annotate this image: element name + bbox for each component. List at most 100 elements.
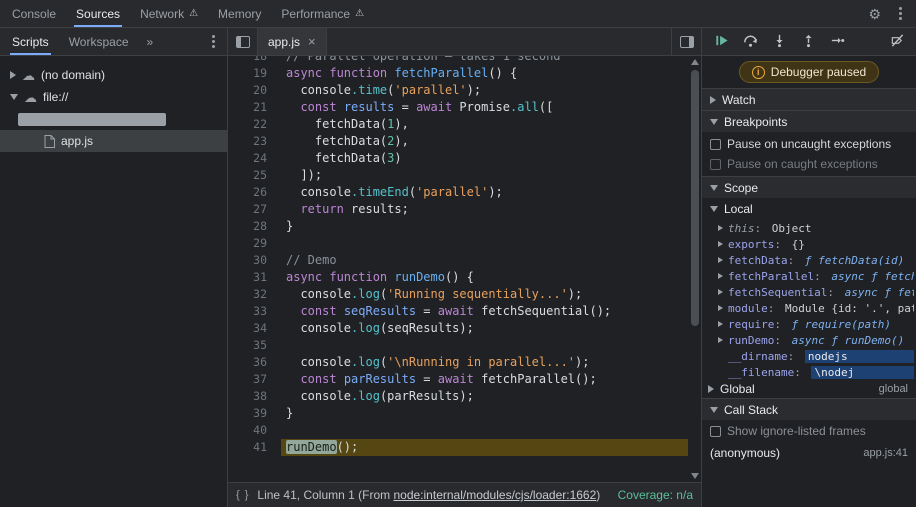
line-number[interactable]: 38 — [228, 388, 281, 405]
loader-source-link[interactable]: node:internal/modules/cjs/loader:1662 — [393, 488, 596, 502]
breakpoint-option[interactable]: Pause on caught exceptions — [702, 154, 916, 174]
scroll-down-arrow-icon[interactable] — [691, 473, 699, 479]
expand-icon[interactable] — [718, 305, 728, 311]
line-number[interactable]: 28 — [228, 218, 281, 235]
checkbox-icon[interactable] — [710, 159, 721, 170]
section-scope[interactable]: Scope — [702, 176, 916, 198]
tree-group-nodomain[interactable]: ☁(no domain) — [0, 64, 227, 86]
expand-icon[interactable] — [718, 257, 728, 263]
editor-tab-bar: app.js × — [228, 28, 701, 56]
line-number[interactable]: 31 — [228, 269, 281, 286]
tree-group-file[interactable]: ☁file:// — [0, 86, 227, 108]
line-number[interactable]: 30 — [228, 252, 281, 269]
scope-variable[interactable]: this: Object — [702, 220, 916, 236]
line-number[interactable]: 34 — [228, 320, 281, 337]
step-into-button[interactable] — [768, 31, 790, 53]
sidebar-overflow-chevron[interactable]: » — [139, 28, 162, 55]
line-number[interactable]: 22 — [228, 116, 281, 133]
tab-console[interactable]: Console — [2, 0, 66, 27]
step-out-button[interactable] — [797, 31, 819, 53]
call-stack-frame[interactable]: (anonymous)app.js:41 — [702, 442, 916, 464]
line-number[interactable]: 27 — [228, 201, 281, 218]
section-watch[interactable]: Watch — [702, 88, 916, 110]
code-line: 40 — [228, 422, 688, 439]
scope-variable[interactable]: fetchParallel: async ƒ fetchParallel() — [702, 268, 916, 284]
tab-sources[interactable]: Sources — [66, 0, 130, 27]
expand-icon[interactable] — [10, 71, 16, 79]
expand-icon[interactable] — [718, 241, 728, 247]
editor-scrollbar[interactable] — [688, 56, 701, 482]
line-number[interactable]: 37 — [228, 371, 281, 388]
main-menu-kebab-icon[interactable] — [897, 5, 904, 22]
toggle-debugger-sidebar-button[interactable] — [671, 28, 701, 55]
step-over-icon — [743, 33, 758, 51]
resume-button[interactable] — [710, 31, 732, 53]
scroll-up-arrow-icon[interactable] — [691, 59, 699, 65]
expand-icon[interactable] — [718, 337, 728, 343]
scope-local-header[interactable]: Local — [702, 198, 916, 220]
scope-variable[interactable]: __filename: \nodej — [702, 364, 916, 380]
scope-variable[interactable]: require: ƒ require(path) — [702, 316, 916, 332]
section-call-stack[interactable]: Call Stack — [702, 398, 916, 420]
expand-icon[interactable] — [718, 289, 728, 295]
expand-icon[interactable] — [718, 321, 728, 327]
line-number[interactable]: 36 — [228, 354, 281, 371]
scope-variable[interactable]: module: Module {id: '.', path: — [702, 300, 916, 316]
checkbox-icon[interactable] — [710, 426, 721, 437]
scope-variable[interactable]: fetchSequential: async ƒ fetchSequential… — [702, 284, 916, 300]
code-text: fetchData(3) — [281, 150, 688, 167]
section-breakpoints[interactable]: Breakpoints — [702, 110, 916, 132]
tab-network[interactable]: Network⚠ — [130, 0, 208, 27]
show-ignore-listed-frames-checkbox[interactable]: Show ignore-listed frames — [702, 420, 916, 442]
line-number[interactable]: 21 — [228, 99, 281, 116]
debugger-paused-badge: Debugger paused — [739, 61, 879, 83]
code-line: 31async function runDemo() { — [228, 269, 688, 286]
redacted-folder-name — [18, 113, 166, 126]
scrollbar-thumb[interactable] — [691, 70, 699, 326]
toggle-navigator-sidebar-button[interactable] — [228, 28, 258, 55]
scope-variable[interactable]: runDemo: async ƒ runDemo() — [702, 332, 916, 348]
scope-variable[interactable]: __dirname: nodejs — [702, 348, 916, 364]
breakpoints-list: Pause on uncaught exceptionsPause on cau… — [702, 132, 916, 176]
line-number[interactable]: 40 — [228, 422, 281, 439]
line-number[interactable]: 24 — [228, 150, 281, 167]
scope-variable[interactable]: exports: {} — [702, 236, 916, 252]
tree-folder-redacted[interactable] — [0, 108, 227, 130]
code-text — [281, 235, 688, 252]
scope-global-label: Global — [720, 382, 755, 396]
breakpoint-option[interactable]: Pause on uncaught exceptions — [702, 134, 916, 154]
top-tab-strip: ConsoleSourcesNetwork⚠MemoryPerformance⚠ — [0, 0, 374, 27]
line-number[interactable]: 23 — [228, 133, 281, 150]
collapse-icon[interactable] — [10, 94, 18, 100]
deactivate-breakpoints-icon — [890, 33, 905, 51]
step-over-button[interactable] — [739, 31, 761, 53]
line-number[interactable]: 35 — [228, 337, 281, 354]
pretty-print-button[interactable]: { } — [236, 489, 249, 501]
close-tab-icon[interactable]: × — [308, 35, 316, 48]
editor-tab-appjs[interactable]: app.js × — [258, 28, 327, 55]
deactivate-breakpoints-button[interactable] — [886, 31, 908, 53]
sidebar-tab-scripts[interactable]: Scripts — [2, 28, 59, 55]
sidebar-kebab-icon[interactable] — [210, 33, 217, 50]
step-button[interactable] — [826, 31, 848, 53]
line-number[interactable]: 33 — [228, 303, 281, 320]
line-number[interactable]: 25 — [228, 167, 281, 184]
line-number[interactable]: 20 — [228, 82, 281, 99]
line-number[interactable]: 39 — [228, 405, 281, 422]
line-number[interactable]: 18 — [228, 56, 281, 65]
tab-memory[interactable]: Memory — [208, 0, 271, 27]
scope-variable[interactable]: fetchData: ƒ fetchData(id) — [702, 252, 916, 268]
line-number[interactable]: 32 — [228, 286, 281, 303]
expand-icon[interactable] — [718, 225, 728, 231]
line-number[interactable]: 41 — [228, 439, 281, 456]
line-number[interactable]: 26 — [228, 184, 281, 201]
line-number[interactable]: 19 — [228, 65, 281, 82]
checkbox-icon[interactable] — [710, 139, 721, 150]
sidebar-tab-workspace[interactable]: Workspace — [59, 28, 139, 55]
tab-performance[interactable]: Performance⚠ — [271, 0, 374, 27]
expand-icon[interactable] — [718, 273, 728, 279]
line-number[interactable]: 29 — [228, 235, 281, 252]
tree-file-app.js[interactable]: app.js — [0, 130, 227, 152]
scope-global-row[interactable]: Global global — [702, 380, 916, 398]
settings-gear-icon[interactable] — [868, 7, 881, 21]
